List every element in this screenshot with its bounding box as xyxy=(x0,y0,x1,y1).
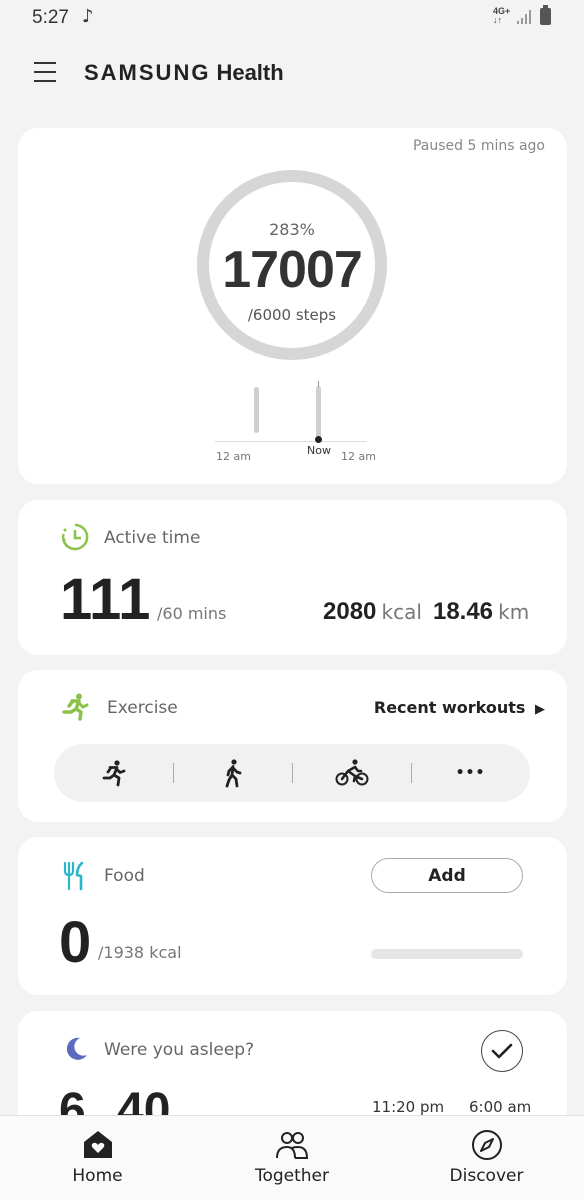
steps-timeline-tick xyxy=(318,381,319,387)
more-dots-icon[interactable]: ••• xyxy=(411,744,530,802)
fork-knife-icon xyxy=(63,861,84,891)
bottom-navigation: Home Together Discover xyxy=(0,1115,584,1200)
steps-timeline-bar xyxy=(316,386,321,438)
calories-value: 2080 xyxy=(323,598,377,625)
axis-label-end: 12 am xyxy=(341,450,376,463)
sleep-title: Were you asleep? xyxy=(104,1040,255,1060)
active-time-goal: /60 mins xyxy=(157,604,227,623)
food-card[interactable]: Food Add 0 /1938 kcal xyxy=(18,837,567,995)
steps-count: 17007 xyxy=(222,241,363,299)
nav-home[interactable]: Home xyxy=(0,1116,195,1200)
steps-timeline-axis xyxy=(215,441,367,442)
network-indicator: 4G+ ↓↑ xyxy=(493,6,511,25)
cycling-icon[interactable] xyxy=(292,744,411,802)
axis-label-start: 12 am xyxy=(216,450,251,463)
exercise-title: Exercise xyxy=(107,698,178,718)
app-title: SAMSUNG Health xyxy=(84,60,284,85)
nav-discover-label: Discover xyxy=(449,1166,524,1186)
distance-unit: km xyxy=(498,600,530,624)
play-arrow-icon: ▶ xyxy=(535,702,545,717)
status-time: 5:27 xyxy=(32,7,69,28)
sleep-end-time: 6:00 am xyxy=(469,1098,532,1116)
compass-icon xyxy=(471,1130,502,1160)
active-stats: 2080 kcal 18.46 km xyxy=(323,598,529,626)
hamburger-menu-icon[interactable] xyxy=(34,62,56,84)
steps-card[interactable]: Paused 5 mins ago 283% 17007 /6000 steps… xyxy=(18,128,567,484)
food-value: 0 xyxy=(59,910,92,975)
music-note-icon: ♪ xyxy=(82,6,94,27)
signal-icon xyxy=(517,10,531,24)
food-progress-bar xyxy=(371,949,523,959)
distance-value: 18.46 xyxy=(432,598,494,625)
nav-home-label: Home xyxy=(72,1166,123,1186)
add-food-button[interactable]: Add xyxy=(371,858,523,893)
nav-together-label: Together xyxy=(254,1166,330,1186)
people-icon xyxy=(276,1132,309,1159)
app-bar: SAMSUNG Health xyxy=(0,50,584,100)
recent-workouts-button[interactable]: Recent workouts ▶ xyxy=(374,698,545,717)
status-bar: 5:27 ♪ 4G+ ↓↑ xyxy=(0,0,584,36)
paused-status: Paused 5 mins ago xyxy=(412,138,545,154)
food-goal: /1938 kcal xyxy=(98,943,182,962)
walking-icon[interactable] xyxy=(173,744,292,802)
sleep-start-time: 11:20 pm xyxy=(372,1098,445,1116)
steps-goal: /6000 steps xyxy=(247,306,337,324)
axis-label-now: Now xyxy=(307,444,331,457)
stopwatch-icon xyxy=(61,523,89,551)
steps-progress-ring: 283% 17007 /6000 steps xyxy=(197,170,387,360)
active-time-title: Active time xyxy=(104,528,201,548)
calories-unit: kcal xyxy=(381,600,422,624)
active-time-card[interactable]: Active time 111 /60 mins 2080 kcal 18.46… xyxy=(18,500,567,655)
exercise-card[interactable]: Exercise Recent workouts ▶ ••• xyxy=(18,670,567,822)
battery-icon xyxy=(540,5,551,25)
steps-percent: 283% xyxy=(269,220,315,239)
checkmark-icon xyxy=(491,1043,513,1059)
home-heart-icon xyxy=(83,1131,112,1158)
active-time-value: 111 xyxy=(60,567,151,632)
nav-together[interactable]: Together xyxy=(195,1116,389,1200)
food-title: Food xyxy=(104,866,145,886)
nav-discover[interactable]: Discover xyxy=(389,1116,584,1200)
confirm-sleep-button[interactable] xyxy=(481,1030,523,1072)
moon-icon xyxy=(66,1037,87,1060)
running-icon[interactable] xyxy=(54,744,173,802)
exercise-shortcuts: ••• xyxy=(54,744,530,802)
running-person-icon xyxy=(62,693,89,721)
now-marker xyxy=(315,436,322,443)
steps-timeline-bar xyxy=(254,387,259,433)
